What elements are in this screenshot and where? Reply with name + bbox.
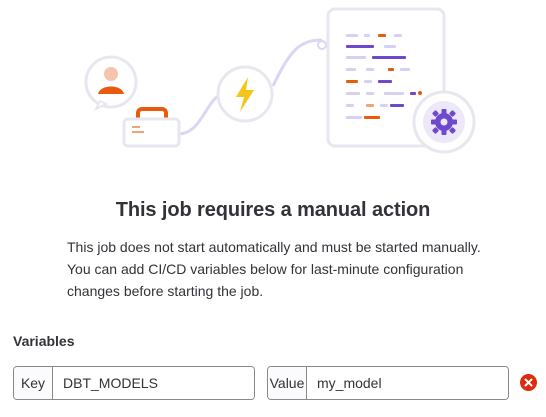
key-prefix-label: Key	[14, 367, 53, 399]
briefcase-icon	[122, 107, 181, 148]
user-avatar-icon	[84, 55, 138, 112]
variable-value-group: Value	[267, 366, 509, 400]
lightning-bolt-icon	[216, 65, 274, 123]
manual-action-illustration	[84, 7, 476, 154]
empty-state-title: This job requires a manual action	[115, 199, 431, 221]
empty-state-description: This job does not start automatically an…	[67, 239, 481, 299]
variables-label: Variables	[13, 333, 75, 349]
connector-dot	[317, 40, 327, 50]
variable-row: Key Value	[13, 366, 541, 400]
manual-job-page: This job requires a manual action This j…	[0, 0, 546, 417]
value-prefix-label: Value	[268, 367, 307, 399]
remove-variable-button[interactable]	[520, 374, 537, 391]
connector-line	[271, 38, 323, 87]
gear-icon	[412, 90, 476, 154]
variable-value-input[interactable]	[307, 367, 508, 399]
variable-key-group: Key	[13, 366, 255, 400]
variable-key-input[interactable]	[53, 367, 254, 399]
remove-circle-icon	[524, 378, 533, 387]
